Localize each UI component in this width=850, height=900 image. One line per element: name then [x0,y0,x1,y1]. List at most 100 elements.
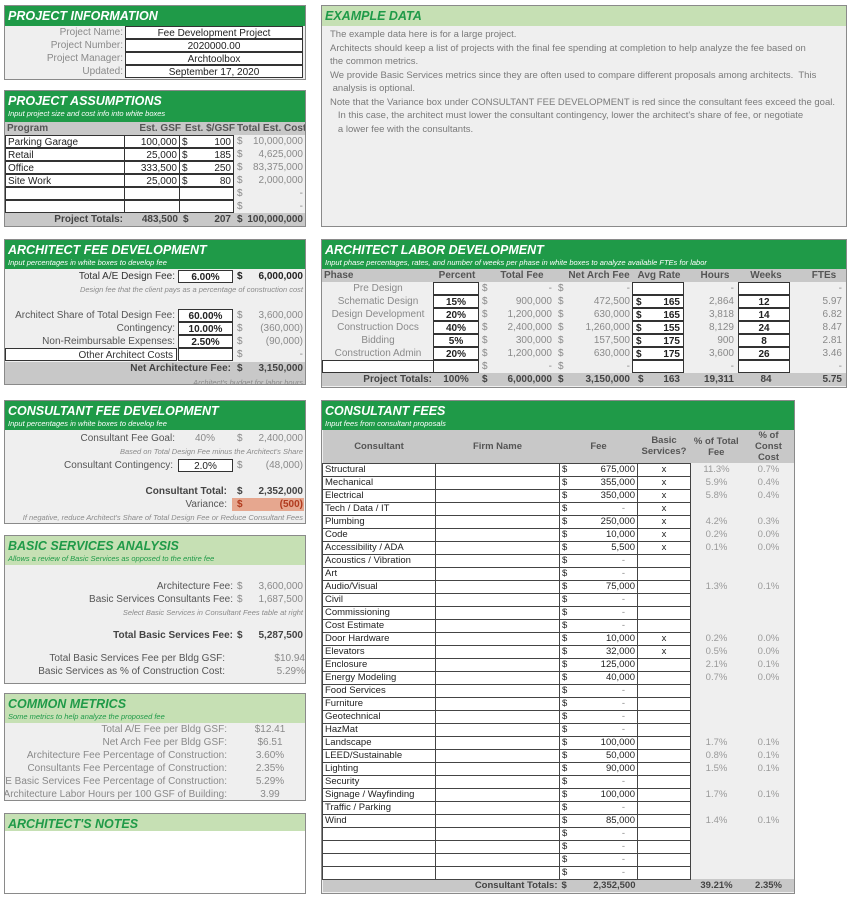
fee-input[interactable]: $5,500 [559,540,638,555]
avg-rate-input[interactable]: $155 [632,321,684,334]
gsf-input[interactable] [124,187,180,200]
firm-name-input[interactable] [435,683,560,698]
basic-services-checkbox[interactable]: x [637,644,691,659]
consultant-name-input[interactable]: Traffic / Parking [322,800,436,815]
percent-input[interactable]: 15% [433,295,479,308]
firm-name-input[interactable] [435,670,560,685]
basic-services-checkbox[interactable] [637,553,691,568]
basic-services-checkbox[interactable] [637,787,691,802]
program-input[interactable]: Parking Garage [5,135,125,148]
firm-name-input[interactable] [435,709,560,724]
firm-name-input[interactable] [435,631,560,646]
consultant-name-input[interactable]: Electrical [322,488,436,503]
fee-input[interactable]: $10,000 [559,631,638,646]
cost-per-gsf-input[interactable]: $80 [179,174,234,187]
consultant-name-input[interactable]: Food Services [322,683,436,698]
consultant-name-input[interactable]: Lighting [322,761,436,776]
consultant-name-input[interactable] [322,839,436,854]
program-input[interactable] [5,187,125,200]
cost-per-gsf-input[interactable]: $185 [179,148,234,161]
program-input[interactable]: Office [5,161,125,174]
field-value-input[interactable]: Archtoolbox [125,52,303,65]
fee-pct-input[interactable]: 10.00% [178,322,233,335]
consultant-name-input[interactable]: Geotechnical [322,709,436,724]
basic-services-checkbox[interactable] [637,657,691,672]
gsf-input[interactable] [124,200,180,213]
fee-input[interactable]: $ - [559,501,638,516]
consultant-name-input[interactable]: Security [322,774,436,789]
consultant-name-input[interactable]: Furniture [322,696,436,711]
basic-services-checkbox[interactable] [637,748,691,763]
program-input[interactable]: Site Work [5,174,125,187]
firm-name-input[interactable] [435,514,560,529]
cost-per-gsf-input[interactable]: $100 [179,135,234,148]
basic-services-checkbox[interactable]: x [637,514,691,529]
basic-services-checkbox[interactable] [637,566,691,581]
fee-input[interactable]: $250,000 [559,514,638,529]
firm-name-input[interactable] [435,813,560,828]
weeks-input[interactable]: 24 [738,321,790,334]
fee-input[interactable]: $90,000 [559,761,638,776]
firm-name-input[interactable] [435,462,560,477]
firm-name-input[interactable] [435,475,560,490]
basic-services-checkbox[interactable] [637,761,691,776]
field-value-input[interactable]: September 17, 2020 [125,65,303,78]
basic-services-checkbox[interactable] [637,722,691,737]
basic-services-checkbox[interactable] [637,605,691,620]
firm-name-input[interactable] [435,618,560,633]
program-input[interactable] [5,200,125,213]
firm-name-input[interactable] [435,787,560,802]
fee-pct-input[interactable]: 60.00% [178,309,233,322]
cost-per-gsf-input[interactable] [179,187,234,200]
basic-services-checkbox[interactable] [637,618,691,633]
fee-input[interactable]: $125,000 [559,657,638,672]
fee-input[interactable]: $40,000 [559,670,638,685]
consultant-name-input[interactable]: LEED/Sustainable [322,748,436,763]
firm-name-input[interactable] [435,800,560,815]
basic-services-checkbox[interactable] [637,709,691,724]
firm-name-input[interactable] [435,488,560,503]
basic-services-checkbox[interactable]: x [637,540,691,555]
fee-input[interactable]: $50,000 [559,748,638,763]
avg-rate-input[interactable]: $175 [632,334,684,347]
avg-rate-input[interactable]: $175 [632,347,684,360]
consultant-name-input[interactable]: Door Hardware [322,631,436,646]
fee-input[interactable]: $ - [559,722,638,737]
total-ae-pct-input[interactable]: 6.00% [178,270,233,283]
firm-name-input[interactable] [435,566,560,581]
basic-services-checkbox[interactable] [637,865,691,880]
fee-input[interactable]: $ - [559,774,638,789]
basic-services-checkbox[interactable] [637,813,691,828]
basic-services-checkbox[interactable] [637,826,691,841]
fee-input[interactable]: $ - [559,592,638,607]
firm-name-input[interactable] [435,501,560,516]
fee-input[interactable]: $355,000 [559,475,638,490]
consultant-name-input[interactable]: Tech / Data / IT [322,501,436,516]
firm-name-input[interactable] [435,592,560,607]
percent-input[interactable]: 40% [433,321,479,334]
fee-input[interactable]: $ - [559,865,638,880]
firm-name-input[interactable] [435,852,560,867]
firm-name-input[interactable] [435,735,560,750]
fee-input[interactable]: $350,000 [559,488,638,503]
firm-name-input[interactable] [435,553,560,568]
consultant-name-input[interactable]: Landscape [322,735,436,750]
firm-name-input[interactable] [435,748,560,763]
weeks-input[interactable] [738,360,790,373]
basic-services-checkbox[interactable]: x [637,462,691,477]
fee-input[interactable]: $85,000 [559,813,638,828]
consultant-name-input[interactable]: Audio/Visual [322,579,436,594]
gsf-input[interactable]: 25,000 [124,148,180,161]
firm-name-input[interactable] [435,644,560,659]
fee-input[interactable]: $100,000 [559,787,638,802]
consultant-name-input[interactable]: Mechanical [322,475,436,490]
consultant-name-input[interactable]: Signage / Wayfinding [322,787,436,802]
fee-input[interactable]: $ - [559,618,638,633]
percent-input[interactable] [433,360,479,373]
basic-services-checkbox[interactable] [637,579,691,594]
basic-services-checkbox[interactable]: x [637,501,691,516]
fee-input[interactable]: $ - [559,852,638,867]
cost-per-gsf-input[interactable] [179,200,234,213]
percent-input[interactable] [433,282,479,295]
other-costs-label-input[interactable]: Other Architect Costs [5,348,177,361]
